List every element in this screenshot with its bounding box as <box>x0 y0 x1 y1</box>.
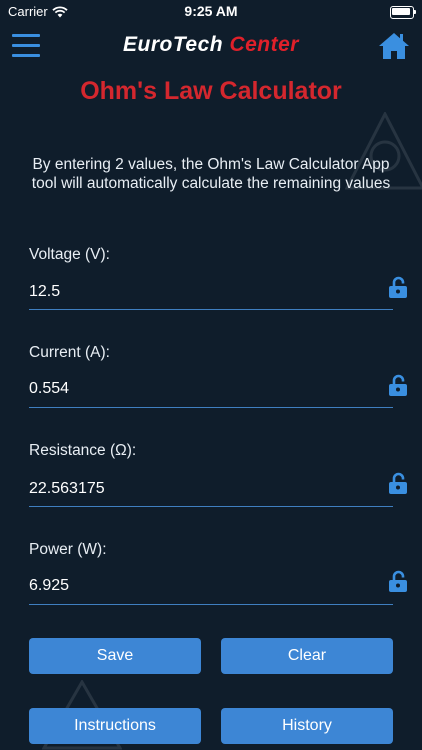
history-button[interactable]: History <box>221 708 393 744</box>
resistance-label: Resistance (Ω): <box>29 442 137 459</box>
current-lock-icon[interactable] <box>387 374 409 396</box>
power-underline <box>29 604 393 605</box>
voltage-label: Voltage (V): <box>29 246 110 263</box>
voltage-input[interactable]: 12.5 <box>29 283 60 301</box>
voltage-lock-icon[interactable] <box>387 276 409 298</box>
nav-bar: EuroTech Center <box>0 24 422 74</box>
current-input[interactable]: 0.554 <box>29 380 69 398</box>
resistance-lock-icon[interactable] <box>387 472 409 494</box>
brand-part1: EuroTech <box>123 33 224 56</box>
brand-part2: Center <box>229 33 299 56</box>
power-lock-icon[interactable] <box>387 570 409 592</box>
power-label: Power (W): <box>29 541 107 558</box>
power-input[interactable]: 6.925 <box>29 577 69 595</box>
brand-logo: EuroTech Center <box>0 33 422 57</box>
home-icon[interactable] <box>378 31 410 61</box>
instructions-button[interactable]: Instructions <box>29 708 201 744</box>
resistance-underline <box>29 506 393 507</box>
current-label: Current (A): <box>29 344 110 361</box>
voltage-underline <box>29 309 393 310</box>
page-title: Ohm's Law Calculator <box>80 77 342 105</box>
current-underline <box>29 407 393 408</box>
battery-icon <box>390 6 416 19</box>
intro-text: By entering 2 values, the Ohm's Law Calc… <box>31 156 391 192</box>
status-bar: Carrier 9:25 AM <box>0 0 422 24</box>
resistance-input[interactable]: 22.563175 <box>29 480 105 498</box>
save-button[interactable]: Save <box>29 638 201 674</box>
status-time: 9:25 AM <box>184 3 238 19</box>
clear-button[interactable]: Clear <box>221 638 393 674</box>
